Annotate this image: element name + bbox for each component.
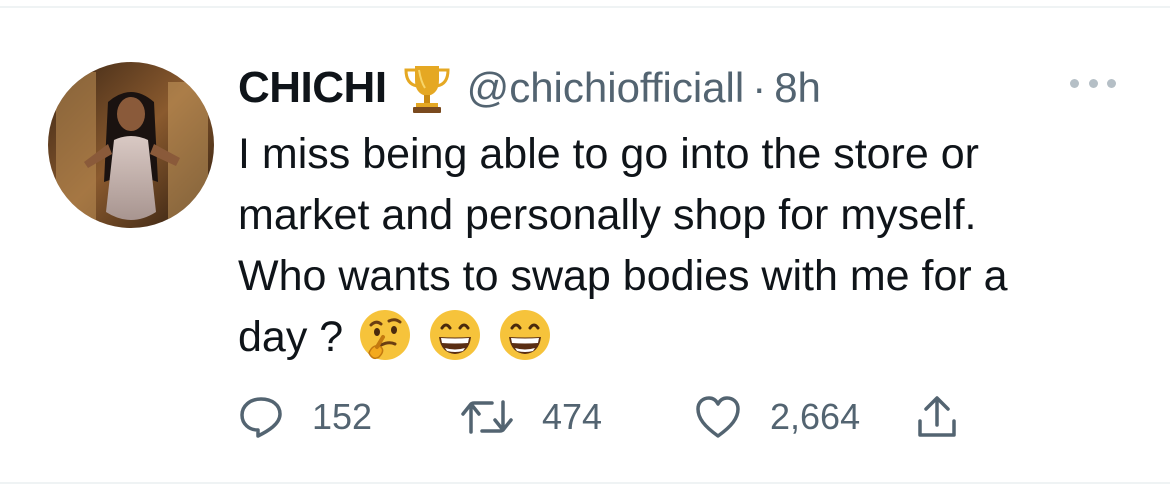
separator-dot: · (752, 64, 767, 111)
more-dot (1088, 78, 1098, 88)
avatar[interactable] (48, 62, 214, 228)
timestamp[interactable]: 8h (774, 64, 821, 112)
tweet-text-line: I miss being able to go into the store o… (238, 130, 979, 178)
retweet-count: 474 (542, 396, 603, 437)
user-handle[interactable]: @chichiofficiall (467, 64, 745, 112)
tweet-text-line: Who wants to swap bodies with me for a (238, 252, 1008, 300)
share-icon (914, 393, 960, 441)
trophy-icon (401, 62, 453, 114)
grinning-face-emoji (497, 307, 553, 363)
like-count: 2,664 (770, 396, 861, 437)
heart-icon (694, 394, 742, 440)
share-button[interactable] (914, 390, 960, 444)
top-divider (0, 6, 1170, 8)
reply-icon (238, 394, 284, 440)
tweet-text: I miss being able to go into the store o… (238, 124, 1118, 368)
like-button[interactable]: 2,664 (694, 390, 860, 444)
tweet-text-line-last: day ? (238, 307, 1118, 368)
tweet-header: CHICHI @chichiofficiall · 8h (238, 60, 821, 116)
more-options-icon[interactable] (1070, 72, 1116, 94)
retweet-icon (460, 394, 514, 440)
bottom-divider (0, 482, 1170, 484)
more-dot (1070, 78, 1079, 88)
reply-count: 152 (312, 396, 373, 437)
retweet-button[interactable]: 474 (460, 390, 602, 444)
tweet-text-line: market and personally shop for myself. (238, 191, 977, 239)
grinning-face-emoji (427, 307, 483, 363)
more-dot (1107, 78, 1116, 88)
thinking-face-emoji (357, 307, 413, 363)
tweet-text-segment: day ? (238, 313, 344, 361)
tweet-actions: 152 474 2,664 (238, 390, 998, 444)
reply-button[interactable]: 152 (238, 390, 372, 444)
display-name[interactable]: CHICHI (238, 63, 387, 113)
